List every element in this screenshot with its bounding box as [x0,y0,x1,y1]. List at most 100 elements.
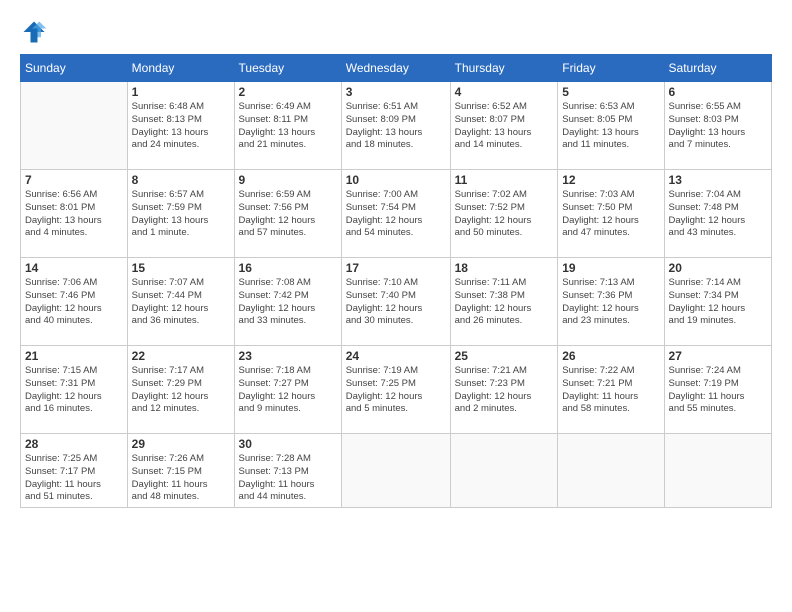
calendar-cell: 24 Sunrise: 7:19 AM Sunset: 7:25 PM Dayli… [341,346,450,434]
day-number: 18 [455,261,554,275]
day-info: Sunrise: 6:56 AM Sunset: 8:01 PM Dayligh… [25,189,123,240]
calendar-cell: 5Sunrise: 6:53 AM Sunset: 8:05 PM Daylig… [558,82,664,170]
calendar-cell: 11Sunrise: 7:02 AM Sunset: 7:52 PM Dayli… [450,170,558,258]
day-info: Sunrise: 7:18 AM Sunset: 7:27 PM Dayligh… [239,365,337,416]
day-number: 4 [455,85,554,99]
day-number: 29 [132,437,230,451]
calendar-cell: 14Sunrise: 7:06 AM Sunset: 7:46 PM Dayli… [21,258,128,346]
day-number: 25 [455,349,554,363]
day-info: Sunrise: 7:14 AM Sunset: 7:34 PM Dayligh… [669,277,767,328]
calendar-cell: 30 Sunrise: 7:28 AM Sunset: 7:13 PM Dayli… [234,434,341,508]
calendar-week-4: 28 Sunrise: 7:25 AM Sunset: 7:17 PM Dayli… [21,434,772,508]
page: SundayMondayTuesdayWednesdayThursdayFrid… [0,0,792,612]
calendar-cell: 18 Sunrise: 7:11 AM Sunset: 7:38 PM Dayli… [450,258,558,346]
calendar-cell: 29Sunrise: 7:26 AM Sunset: 7:15 PM Dayli… [127,434,234,508]
day-info: Sunrise: 7:03 AM Sunset: 7:50 PM Dayligh… [562,189,659,240]
calendar-cell: 10Sunrise: 7:00 AM Sunset: 7:54 PM Dayli… [341,170,450,258]
day-number: 15 [132,261,230,275]
day-info: Sunrise: 6:51 AM Sunset: 8:09 PM Dayligh… [346,101,446,152]
calendar-week-2: 14Sunrise: 7:06 AM Sunset: 7:46 PM Dayli… [21,258,772,346]
calendar-cell: 27Sunrise: 7:24 AM Sunset: 7:19 PM Dayli… [664,346,771,434]
calendar-cell: 23 Sunrise: 7:18 AM Sunset: 7:27 PM Dayli… [234,346,341,434]
calendar-cell: 6 Sunrise: 6:55 AM Sunset: 8:03 PM Daylig… [664,82,771,170]
calendar-week-3: 21 Sunrise: 7:15 AM Sunset: 7:31 PM Dayli… [21,346,772,434]
day-number: 19 [562,261,659,275]
day-info: Sunrise: 7:15 AM Sunset: 7:31 PM Dayligh… [25,365,123,416]
calendar-cell: 20 Sunrise: 7:14 AM Sunset: 7:34 PM Dayli… [664,258,771,346]
calendar-cell: 3 Sunrise: 6:51 AM Sunset: 8:09 PM Daylig… [341,82,450,170]
calendar-cell: 15 Sunrise: 7:07 AM Sunset: 7:44 PM Dayli… [127,258,234,346]
calendar-header-saturday: Saturday [664,55,771,82]
day-info: Sunrise: 6:53 AM Sunset: 8:05 PM Dayligh… [562,101,659,152]
day-number: 20 [669,261,767,275]
day-number: 16 [239,261,337,275]
calendar-cell: 21 Sunrise: 7:15 AM Sunset: 7:31 PM Dayli… [21,346,128,434]
calendar-header-wednesday: Wednesday [341,55,450,82]
day-number: 2 [239,85,337,99]
calendar-week-1: 7 Sunrise: 6:56 AM Sunset: 8:01 PM Daylig… [21,170,772,258]
day-number: 13 [669,173,767,187]
logo-icon [20,18,48,46]
day-info: Sunrise: 7:28 AM Sunset: 7:13 PM Dayligh… [239,453,337,504]
calendar-cell: 8 Sunrise: 6:57 AM Sunset: 7:59 PM Daylig… [127,170,234,258]
day-info: Sunrise: 7:13 AM Sunset: 7:36 PM Dayligh… [562,277,659,328]
header [20,18,772,46]
calendar-cell: 16Sunrise: 7:08 AM Sunset: 7:42 PM Dayli… [234,258,341,346]
day-number: 7 [25,173,123,187]
calendar-header-row: SundayMondayTuesdayWednesdayThursdayFrid… [21,55,772,82]
calendar-table: SundayMondayTuesdayWednesdayThursdayFrid… [20,54,772,508]
day-info: Sunrise: 7:10 AM Sunset: 7:40 PM Dayligh… [346,277,446,328]
day-info: Sunrise: 7:19 AM Sunset: 7:25 PM Dayligh… [346,365,446,416]
logo [20,18,52,46]
calendar-cell [450,434,558,508]
day-number: 1 [132,85,230,99]
day-number: 24 [346,349,446,363]
day-number: 22 [132,349,230,363]
day-info: Sunrise: 7:07 AM Sunset: 7:44 PM Dayligh… [132,277,230,328]
day-number: 3 [346,85,446,99]
calendar-cell: 17Sunrise: 7:10 AM Sunset: 7:40 PM Dayli… [341,258,450,346]
calendar-cell: 19 Sunrise: 7:13 AM Sunset: 7:36 PM Dayli… [558,258,664,346]
day-number: 9 [239,173,337,187]
calendar-cell: 22 Sunrise: 7:17 AM Sunset: 7:29 PM Dayli… [127,346,234,434]
day-info: Sunrise: 6:57 AM Sunset: 7:59 PM Dayligh… [132,189,230,240]
day-number: 14 [25,261,123,275]
day-number: 23 [239,349,337,363]
calendar-cell: 1 Sunrise: 6:48 AM Sunset: 8:13 PM Daylig… [127,82,234,170]
calendar-cell [664,434,771,508]
calendar-header-thursday: Thursday [450,55,558,82]
day-info: Sunrise: 7:11 AM Sunset: 7:38 PM Dayligh… [455,277,554,328]
day-number: 28 [25,437,123,451]
calendar-cell: 2 Sunrise: 6:49 AM Sunset: 8:11 PM Daylig… [234,82,341,170]
calendar-cell: 28 Sunrise: 7:25 AM Sunset: 7:17 PM Dayli… [21,434,128,508]
day-number: 8 [132,173,230,187]
day-info: Sunrise: 6:55 AM Sunset: 8:03 PM Dayligh… [669,101,767,152]
day-info: Sunrise: 7:17 AM Sunset: 7:29 PM Dayligh… [132,365,230,416]
calendar-cell [341,434,450,508]
calendar-header-monday: Monday [127,55,234,82]
calendar-header-friday: Friday [558,55,664,82]
day-info: Sunrise: 7:22 AM Sunset: 7:21 PM Dayligh… [562,365,659,416]
day-info: Sunrise: 7:25 AM Sunset: 7:17 PM Dayligh… [25,453,123,504]
calendar-cell [558,434,664,508]
calendar-week-0: 1 Sunrise: 6:48 AM Sunset: 8:13 PM Daylig… [21,82,772,170]
day-info: Sunrise: 7:21 AM Sunset: 7:23 PM Dayligh… [455,365,554,416]
calendar-cell: 26Sunrise: 7:22 AM Sunset: 7:21 PM Dayli… [558,346,664,434]
day-number: 30 [239,437,337,451]
calendar-header-sunday: Sunday [21,55,128,82]
calendar-cell: 13 Sunrise: 7:04 AM Sunset: 7:48 PM Dayli… [664,170,771,258]
calendar-cell [21,82,128,170]
day-info: Sunrise: 6:49 AM Sunset: 8:11 PM Dayligh… [239,101,337,152]
day-info: Sunrise: 6:52 AM Sunset: 8:07 PM Dayligh… [455,101,554,152]
day-number: 21 [25,349,123,363]
day-info: Sunrise: 6:48 AM Sunset: 8:13 PM Dayligh… [132,101,230,152]
day-info: Sunrise: 6:59 AM Sunset: 7:56 PM Dayligh… [239,189,337,240]
calendar-header-tuesday: Tuesday [234,55,341,82]
calendar-cell: 25 Sunrise: 7:21 AM Sunset: 7:23 PM Dayli… [450,346,558,434]
day-info: Sunrise: 7:04 AM Sunset: 7:48 PM Dayligh… [669,189,767,240]
day-number: 6 [669,85,767,99]
day-info: Sunrise: 7:02 AM Sunset: 7:52 PM Dayligh… [455,189,554,240]
calendar-cell: 4 Sunrise: 6:52 AM Sunset: 8:07 PM Daylig… [450,82,558,170]
day-number: 12 [562,173,659,187]
day-info: Sunrise: 7:00 AM Sunset: 7:54 PM Dayligh… [346,189,446,240]
